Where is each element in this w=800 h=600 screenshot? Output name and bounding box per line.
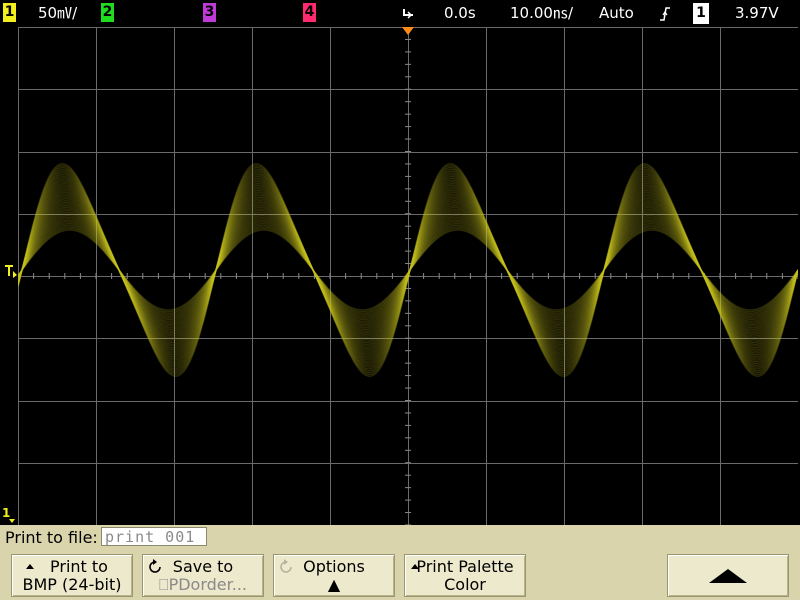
print-format-value: BMP (24-bit)	[22, 575, 122, 594]
waveform-display	[18, 27, 798, 525]
save-to-label: Save to	[172, 557, 234, 576]
print-to-file-label: Print to file:	[5, 528, 98, 547]
trigger-source-badge[interactable]: 1	[693, 3, 709, 24]
channel-1-ground-marker: 1	[1, 506, 17, 524]
print-format-label: Print to	[50, 557, 108, 576]
channel-2-badge[interactable]: 2	[101, 3, 114, 22]
time-delay[interactable]: 0.0s	[444, 3, 476, 23]
softkey-panel: Print to file: print_001 Print to BMP (2…	[0, 525, 800, 600]
channel-1-badge[interactable]: 1	[3, 3, 16, 22]
options-button[interactable]: Options ▲	[273, 554, 395, 597]
oscilloscope-screen: 1 50㎷/ 2 3 4 0.0s 10.00㎱/ Auto 1 3.97V 1…	[0, 0, 800, 600]
print-filename-field[interactable]: print_001	[101, 527, 207, 546]
up-arrow-icon	[709, 569, 747, 583]
time-scale[interactable]: 10.00㎱/	[510, 3, 573, 23]
options-submenu-icon: ▲	[327, 575, 341, 594]
trigger-level[interactable]: 3.97V	[735, 3, 779, 23]
channel-3-badge[interactable]: 3	[203, 3, 216, 22]
channel-1-scale[interactable]: 50㎷/	[38, 3, 77, 23]
print-palette-value: Color	[444, 575, 486, 594]
save-to-value: ⎕PDorder...	[158, 575, 248, 594]
print-palette-label: Print Palette	[416, 557, 514, 576]
status-bar: 1 50㎷/ 2 3 4 0.0s 10.00㎱/ Auto 1 3.97V	[0, 0, 800, 26]
channel-4-badge[interactable]: 4	[303, 3, 316, 22]
print-palette-button[interactable]: Print Palette Color	[404, 554, 526, 597]
graticule-grid	[18, 27, 798, 525]
back-up-button[interactable]	[667, 554, 789, 597]
svg-text:1: 1	[2, 506, 10, 520]
save-to-button[interactable]: Save to ⎕PDorder...	[142, 554, 264, 597]
rising-edge-icon	[660, 7, 670, 21]
trigger-position-icon	[403, 9, 413, 19]
options-label: Options	[303, 557, 365, 576]
print-format-button[interactable]: Print to BMP (24-bit)	[11, 554, 133, 597]
trigger-time-marker	[401, 21, 415, 40]
trigger-mode[interactable]: Auto	[599, 3, 634, 23]
trigger-level-marker	[3, 263, 17, 279]
